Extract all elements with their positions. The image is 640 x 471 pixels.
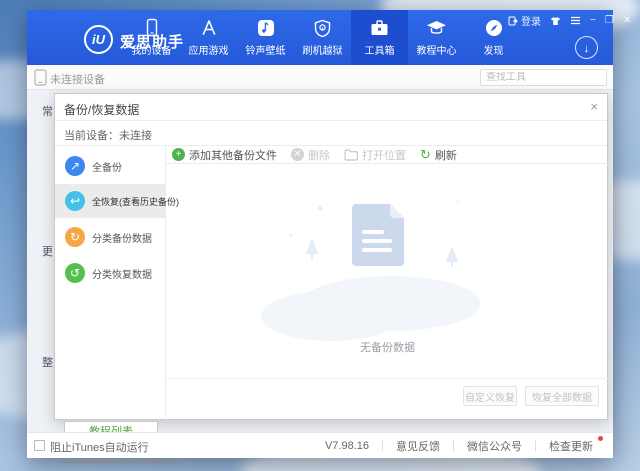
nav-label: 工具箱: [365, 42, 395, 57]
nav-label: 教程中心: [417, 42, 457, 57]
nav-label: 铃声壁纸: [246, 42, 286, 57]
block-itunes-label: 阻止iTunes自动运行: [50, 439, 149, 455]
current-device-label: 当前设备：: [64, 130, 119, 142]
delete-backup-button[interactable]: ✕ 删除: [291, 147, 330, 163]
backup-toolbar: + 添加其他备份文件 ✕ 删除 打开位置 ↻ 刷新: [166, 146, 609, 164]
tool-search-box[interactable]: [480, 69, 607, 86]
tree-decoration: [306, 238, 318, 254]
backup-restore-dialog: 备份/恢复数据 × 当前设备：未连接 ↗ 全备份 ↩ 全恢复(查看历史备份) ↻…: [54, 93, 608, 420]
phone-icon: [144, 17, 160, 39]
sidebar-item-full-restore[interactable]: ↩ 全恢复(查看历史备份): [55, 184, 166, 218]
nav-label: 我的设备: [132, 42, 172, 57]
window-controls: 登录 − ❐ ✕: [508, 13, 631, 28]
graduation-cap-icon: [426, 17, 447, 39]
nav-my-device[interactable]: 我的设备: [123, 10, 180, 65]
skin-button[interactable]: [550, 16, 561, 26]
open-location-label: 打开位置: [362, 147, 406, 163]
nav-ringtones-wallpapers[interactable]: 铃声壁纸: [237, 10, 294, 65]
version-text: V7.98.16: [312, 440, 382, 452]
check-update-label: 检查更新: [549, 441, 593, 453]
close-window-button[interactable]: ✕: [623, 16, 631, 26]
nav-label: 刷机越狱: [303, 42, 343, 57]
menu-icon: [570, 16, 581, 25]
nav-apps-games[interactable]: 应用游戏: [180, 10, 237, 65]
open-location-button[interactable]: 打开位置: [344, 147, 406, 163]
feedback-link[interactable]: 意见反馈: [383, 438, 453, 454]
dialog-sidebar: ↗ 全备份 ↩ 全恢复(查看历史备份) ↻ 分类备份数据 ↺ 分类恢复数据 教程…: [55, 146, 166, 420]
nav-label: 应用游戏: [189, 42, 229, 57]
delete-icon: ✕: [291, 148, 304, 161]
music-icon: [257, 17, 275, 39]
sparkle-decoration: ✧: [454, 198, 462, 209]
sparkle-decoration: ✦: [316, 204, 324, 215]
shield-icon: [314, 17, 331, 39]
refresh-icon: ↻: [420, 148, 431, 161]
background-text-fragment: 常: [42, 103, 53, 119]
background-text-fragment: 整: [42, 354, 53, 370]
refresh-button[interactable]: ↻ 刷新: [420, 147, 457, 163]
sidebar-item-category-restore[interactable]: ↺ 分类恢复数据: [55, 256, 166, 290]
dialog-title-bar: 备份/恢复数据 ×: [55, 94, 607, 121]
empty-state: ✦ ✧ + 无备份数据: [166, 176, 609, 366]
add-backup-file-label: 添加其他备份文件: [189, 147, 277, 163]
category-restore-icon: ↺: [65, 263, 85, 283]
plus-icon: +: [172, 148, 185, 161]
status-bar: 阻止iTunes自动运行 V7.98.16 意见反馈 微信公众号 检查更新: [27, 432, 613, 458]
refresh-label: 刷新: [435, 147, 457, 163]
dialog-close-button[interactable]: ×: [590, 99, 598, 114]
nav-flash-jailbreak[interactable]: 刷机越狱: [294, 10, 351, 65]
device-status-text: 未连接设备: [50, 71, 105, 87]
dialog-title: 备份/恢复数据: [64, 101, 139, 118]
custom-restore-button[interactable]: 自定义恢复: [463, 386, 517, 406]
phone-icon: [34, 69, 47, 86]
document-icon: [352, 204, 404, 266]
sidebar-item-category-backup[interactable]: ↻ 分类备份数据: [55, 220, 166, 254]
sidebar-item-full-backup[interactable]: ↗ 全备份: [55, 149, 166, 183]
app-logo-icon: iU: [84, 25, 113, 54]
nav-label: 发现: [484, 42, 504, 57]
full-restore-icon: ↩: [65, 191, 85, 211]
status-bar-right: V7.98.16 意见反馈 微信公众号 检查更新: [312, 433, 606, 458]
down-arrow-icon: ↓: [584, 41, 590, 55]
sparkle-decoration: +: [288, 231, 294, 242]
login-label: 登录: [521, 13, 541, 28]
block-itunes-checkbox[interactable]: [34, 440, 45, 451]
appstore-icon: [199, 17, 219, 39]
sidebar-item-label: 分类备份数据: [92, 230, 152, 245]
update-notification-dot: [598, 436, 603, 441]
sidebar-item-label: 全备份: [92, 159, 122, 174]
minimize-button[interactable]: −: [590, 16, 596, 26]
tree-decoration: [446, 246, 458, 262]
main-nav: 我的设备 应用游戏 铃声壁纸 刷机越狱 工具箱 教程中心 发现: [123, 10, 522, 65]
compass-icon: [485, 17, 503, 39]
background-text-fragment: 更: [42, 243, 53, 259]
login-button[interactable]: 登录: [508, 13, 541, 28]
menu-button[interactable]: [570, 16, 581, 25]
empty-state-text: 无备份数据: [166, 339, 609, 355]
current-device-value: 未连接: [119, 130, 152, 142]
category-backup-icon: ↻: [65, 227, 85, 247]
hill-decoration: [261, 291, 401, 341]
current-device-row: 当前设备：未连接: [55, 121, 607, 146]
sidebar-item-label: 分类恢复数据: [92, 266, 152, 281]
nav-toolbox[interactable]: 工具箱: [351, 10, 408, 65]
delete-backup-label: 删除: [308, 147, 330, 163]
maximize-button[interactable]: ❐: [605, 16, 614, 26]
add-backup-file-button[interactable]: + 添加其他备份文件: [172, 147, 277, 163]
nav-tutorial-center[interactable]: 教程中心: [408, 10, 465, 65]
download-manager-button[interactable]: ↓: [575, 36, 598, 59]
tree-decoration: [451, 262, 453, 267]
tree-decoration: [311, 254, 313, 259]
tool-search-input[interactable]: [481, 72, 623, 83]
wechat-link[interactable]: 微信公众号: [454, 438, 535, 454]
folder-icon: [344, 149, 358, 161]
login-icon: [508, 16, 518, 26]
shirt-icon: [550, 16, 561, 26]
dialog-footer-divider: [166, 378, 609, 379]
full-backup-icon: ↗: [65, 156, 85, 176]
check-update-link[interactable]: 检查更新: [536, 438, 606, 454]
toolbox-icon: [370, 17, 389, 39]
restore-all-button[interactable]: 恢复全部数据: [525, 386, 599, 406]
